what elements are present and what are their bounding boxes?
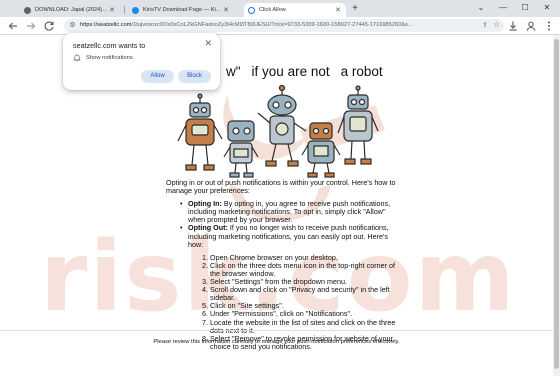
close-icon[interactable]: ✕ [204, 38, 212, 49]
robot-3-icon [257, 84, 307, 167]
reload-icon [44, 21, 54, 31]
opt-out-steps: 1. Open Chrome browser on your desktop. 2… [166, 253, 398, 351]
url-host: https://seatzellc.com [80, 22, 132, 28]
new-tab-button[interactable]: + [348, 3, 362, 15]
tab-favicon-icon [248, 6, 255, 14]
bookmark-star-icon[interactable]: ☆ [493, 20, 500, 29]
headline: w" if you are not a robot [226, 64, 383, 79]
share-icon[interactable]: ⇪ [482, 21, 488, 29]
tab-separator [124, 6, 125, 14]
robot-5-icon [337, 85, 379, 165]
tab-click-allow[interactable]: Click Allow ✕ [244, 3, 346, 17]
address-bar[interactable]: ⚙ https://seatzellc.com/1tujvosnzc0Ox0xC… [64, 19, 504, 32]
profile-icon [526, 21, 536, 31]
url-path: /1tujvosnzc0Ox0xCnLZkGNFadooZy3t4cMl3T80… [131, 22, 413, 28]
tab-kiristv[interactable]: KirisTV Download Page — Kiris... ✕ [128, 3, 234, 17]
arrow-left-icon [8, 22, 17, 30]
popup-message: Show notifications [86, 55, 133, 61]
tab-search-button[interactable]: ⌄ [470, 1, 492, 15]
popup-title: seatzellc.com wants to [73, 41, 146, 50]
maximize-button[interactable]: ☐ [514, 1, 536, 15]
tab-title: KirisTV Download Page — Kiris... [143, 7, 222, 13]
minimize-button[interactable]: — [492, 1, 514, 15]
menu-dots-icon [548, 21, 550, 31]
tab-download[interactable]: DOWNLOAD: Japal (2024) [No C... ✕ [20, 3, 120, 17]
back-button[interactable] [6, 19, 20, 33]
block-button[interactable]: Block [178, 70, 211, 83]
site-info-icon[interactable]: ⚙ [68, 21, 77, 30]
headline-part-3: a robot [340, 64, 383, 79]
download-button[interactable] [506, 19, 520, 33]
footer-divider [0, 330, 553, 331]
url-text[interactable]: https://seatzellc.com/1tujvosnzc0Ox0xCnL… [80, 19, 475, 32]
bell-icon [73, 54, 81, 62]
opt-in-item: • Opting In: By opting in, you agree to r… [166, 200, 398, 224]
tab-title: Click Allow [259, 7, 286, 13]
list-item: 7. Locate the website in the list of site… [202, 317, 396, 335]
download-icon [509, 21, 517, 31]
opt-out-item: • Opting Out: If you no longer wish to re… [166, 224, 398, 248]
profile-button[interactable] [524, 19, 538, 33]
intro-text: Opting in or out of push notifications i… [166, 178, 396, 196]
robot-1-icon [177, 93, 223, 171]
page-scrollbar[interactable] [553, 35, 560, 376]
close-icon[interactable]: ✕ [334, 6, 342, 14]
notification-permission-popup: seatzellc.com wants to ✕ Show notificati… [63, 33, 220, 90]
reload-button[interactable] [42, 19, 56, 33]
robot-2-icon [223, 120, 259, 178]
tab-title: DOWNLOAD: Japal (2024) [No C... [35, 7, 108, 13]
tab-strip: DOWNLOAD: Japal (2024) [No C... ✕ KirisT… [0, 0, 560, 17]
footer-note: Please review this information carefully… [153, 339, 400, 345]
list-item: 2. Click on the three dots menu icon in t… [202, 260, 395, 278]
close-icon[interactable]: ✕ [108, 6, 116, 14]
headline-part-1: w" [226, 64, 241, 79]
tab-favicon-icon [132, 6, 139, 14]
close-window-button[interactable]: ✕ [536, 1, 558, 15]
bullet: • [180, 199, 183, 209]
list-item: 4. Scroll down and click on "Privacy and … [202, 285, 390, 303]
robots-illustration [177, 84, 379, 178]
browser-window: DOWNLOAD: Japal (2024) [No C... ✕ KirisT… [0, 0, 560, 376]
browser-menu-button[interactable] [542, 19, 556, 33]
notification-instructions: Opting in or out of push notifications i… [166, 178, 398, 351]
scrollbar-thumb[interactable] [554, 39, 559, 369]
tab-favicon-icon [24, 6, 31, 14]
close-icon[interactable]: ✕ [222, 6, 230, 14]
robot-4-icon [301, 122, 341, 178]
forward-button[interactable] [24, 19, 38, 33]
allow-button[interactable]: Allow [141, 70, 174, 83]
bullet: • [180, 223, 183, 233]
headline-part-2: if you are not [251, 64, 330, 79]
arrow-right-icon [27, 22, 36, 30]
